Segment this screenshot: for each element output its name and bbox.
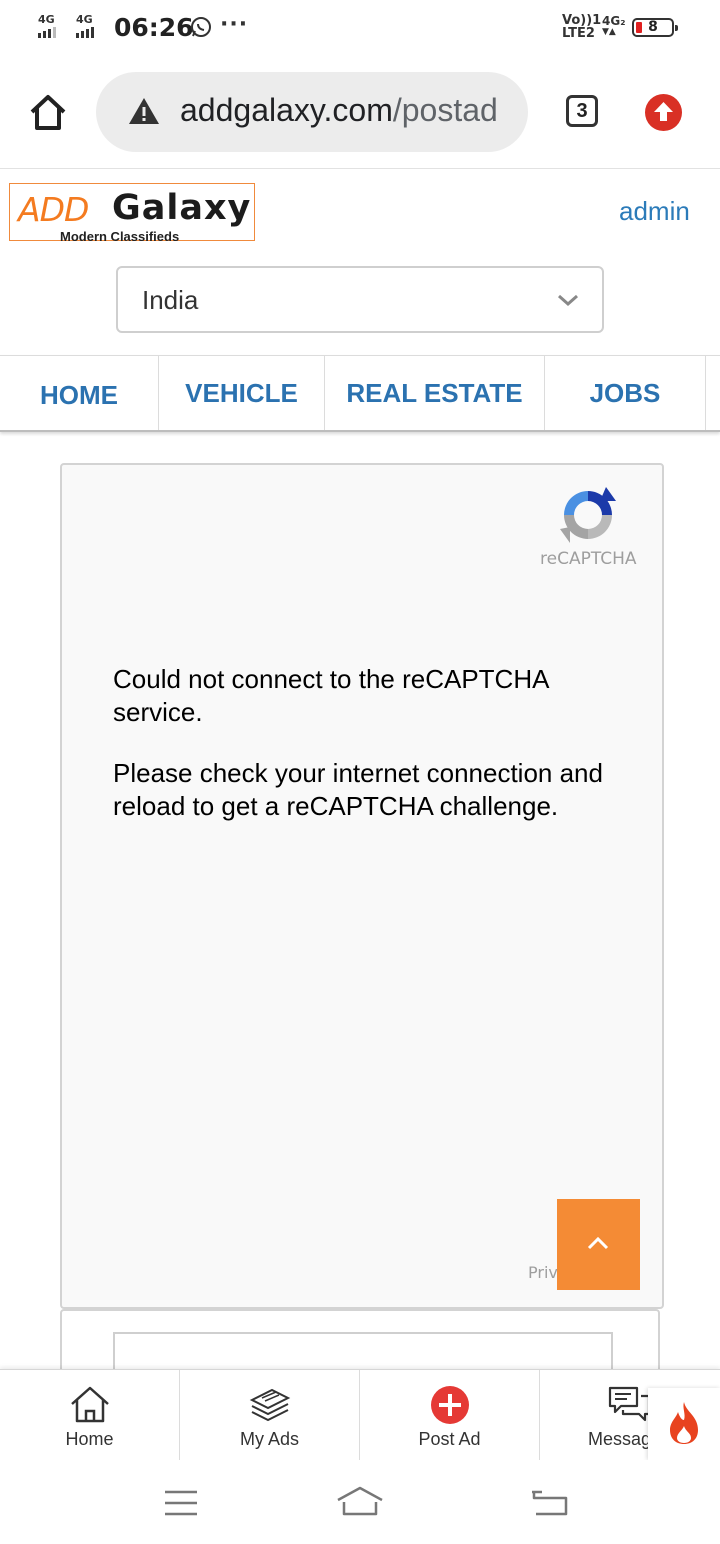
menu-icon[interactable] bbox=[163, 1488, 199, 1518]
nav-item-label: REAL ESTATE bbox=[346, 377, 523, 408]
bottom-tab-post-ad[interactable]: Post Ad bbox=[360, 1370, 540, 1460]
recaptcha-widget: reCAPTCHA Could not connect to the reCAP… bbox=[60, 463, 664, 1309]
tab-switcher-button[interactable]: 3 bbox=[566, 95, 598, 127]
volte-indicator: Vo))1 LTE2 bbox=[562, 14, 601, 40]
nav-item-label: HOME bbox=[40, 379, 118, 410]
nav-item-vehicle[interactable]: VEHICLE bbox=[159, 356, 325, 430]
stack-icon bbox=[249, 1388, 290, 1422]
status-bar: 4G 4G 06:26 ··· Vo))1 LTE2 4G₂ ▼▲ 8 bbox=[0, 0, 720, 58]
chevron-down-icon bbox=[558, 294, 578, 307]
nav-item-label: VEHICLE bbox=[185, 377, 298, 408]
recaptcha-error-message: Could not connect to the reCAPTCHA servi… bbox=[113, 664, 549, 727]
home-icon[interactable] bbox=[28, 92, 68, 132]
warning-icon[interactable] bbox=[128, 96, 160, 126]
browser-toolbar: addgalaxy.com/postad 3 bbox=[0, 58, 720, 169]
chat-icon bbox=[608, 1386, 651, 1422]
main-nav: HOME VEHICLE REAL ESTATE JOBS bbox=[0, 355, 720, 432]
sim1-signal-icon: 4G bbox=[38, 13, 56, 38]
address-bar[interactable]: addgalaxy.com/postad bbox=[96, 72, 528, 152]
system-navigation-bar bbox=[0, 1460, 720, 1544]
logo-tagline: Modern Classifieds bbox=[60, 229, 180, 244]
system-home-icon[interactable] bbox=[336, 1484, 384, 1518]
logo-galaxy-text: Galaxy bbox=[112, 188, 252, 228]
bottom-tab-label: My Ads bbox=[239, 1429, 300, 1449]
recaptcha-privacy-link[interactable]: Priv bbox=[528, 1263, 558, 1282]
url-text[interactable]: addgalaxy.com/postad bbox=[180, 92, 498, 129]
plus-circle-icon bbox=[430, 1386, 469, 1424]
logo-add-text: ADD bbox=[18, 190, 89, 229]
sim2-network-label: 4G bbox=[76, 13, 93, 26]
volte-line2: LTE2 bbox=[562, 26, 595, 41]
nav-item-home[interactable]: HOME bbox=[0, 356, 159, 430]
country-select[interactable]: India bbox=[116, 266, 604, 333]
floating-fire-button[interactable] bbox=[648, 1388, 720, 1460]
bottom-tab-label: Post Ad bbox=[418, 1429, 481, 1449]
site-logo[interactable]: ADD Galaxy Modern Classifieds bbox=[9, 183, 255, 244]
sim1-network-label: 4G bbox=[38, 13, 55, 26]
scroll-to-top-button[interactable] bbox=[557, 1199, 640, 1290]
back-icon[interactable] bbox=[530, 1488, 568, 1518]
recaptcha-help-message: Please check your internet connection an… bbox=[113, 758, 603, 821]
update-icon[interactable] bbox=[645, 94, 682, 131]
battery-level: 8 bbox=[648, 19, 658, 35]
house-icon bbox=[70, 1386, 109, 1423]
url-host: addgalaxy.com bbox=[180, 92, 393, 128]
nav-item-real-estate[interactable]: REAL ESTATE bbox=[325, 356, 545, 430]
url-path: /postad bbox=[392, 92, 498, 128]
recaptcha-brand-label: reCAPTCHA bbox=[540, 549, 637, 569]
battery-icon: 8 bbox=[632, 18, 678, 37]
nav-item-label: JOBS bbox=[589, 377, 661, 408]
more-notifications-icon: ··· bbox=[220, 12, 249, 37]
sim2-signal-icon: 4G bbox=[76, 13, 94, 38]
bottom-tab-my-ads[interactable]: My Ads bbox=[180, 1370, 360, 1460]
clock: 06:26 bbox=[114, 13, 194, 42]
whatsapp-icon bbox=[191, 17, 211, 37]
nav-item-jobs[interactable]: JOBS bbox=[545, 356, 706, 430]
chevron-up-icon bbox=[587, 1236, 609, 1250]
bottom-tab-home[interactable]: Home bbox=[0, 1370, 180, 1460]
admin-link[interactable]: admin bbox=[619, 196, 690, 227]
country-selected-value: India bbox=[142, 285, 199, 315]
bottom-tab-bar: Home My Ads Post Ad Messag bbox=[0, 1369, 720, 1461]
network-type-label: 4G₂ bbox=[602, 14, 626, 28]
network-type-indicator: 4G₂ ▼▲ bbox=[602, 14, 626, 37]
fire-icon bbox=[670, 1402, 698, 1444]
recaptcha-logo-icon bbox=[560, 487, 616, 543]
bottom-tab-label: Home bbox=[65, 1429, 114, 1449]
